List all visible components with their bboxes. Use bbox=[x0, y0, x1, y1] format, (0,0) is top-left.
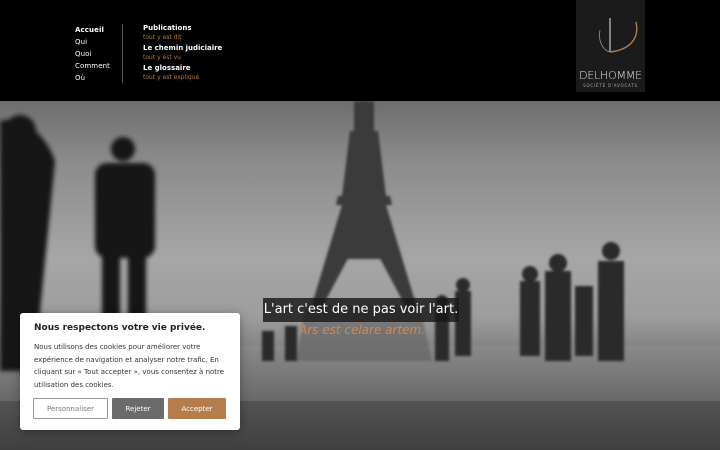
nav-item-chemin-judiciaire[interactable]: Le chemin judiciaire bbox=[143, 44, 222, 53]
nav-item-accueil[interactable]: Accueil bbox=[75, 24, 110, 36]
cookie-consent-dialog: Nous respectons votre vie privée. Nous u… bbox=[20, 313, 240, 430]
nav-subtitle-publications[interactable]: tout y est dit bbox=[143, 33, 222, 43]
nav-subtitle-chemin-judiciaire[interactable]: tout y est vu bbox=[143, 53, 222, 63]
reject-button[interactable]: Rejeter bbox=[112, 398, 164, 419]
nav-item-qui[interactable]: Qui bbox=[75, 36, 110, 48]
logo[interactable]: DELHOMME SOCIÉTÉ D'AVOCATS bbox=[576, 0, 645, 92]
nav-item-quoi[interactable]: Quoi bbox=[75, 48, 110, 60]
hero-latin-quote: Ars est celare artem. bbox=[299, 323, 426, 337]
nav-divider bbox=[122, 24, 123, 83]
site-header: Accueil Qui Quoi Comment Où Publications… bbox=[0, 0, 720, 101]
customize-button[interactable]: Personnaliser bbox=[33, 398, 108, 419]
logo-name: DELHOMME bbox=[579, 69, 642, 82]
main-nav: Accueil Qui Quoi Comment Où bbox=[75, 24, 110, 84]
logo-mark-icon bbox=[599, 18, 638, 53]
logo-subtitle: SOCIÉTÉ D'AVOCATS bbox=[583, 83, 638, 88]
nav-item-publications[interactable]: Publications bbox=[143, 24, 222, 33]
cookie-text: Nous utilisons des cookies pour améliore… bbox=[34, 343, 225, 389]
secondary-nav: Publications tout y est dit Le chemin ju… bbox=[143, 24, 222, 84]
quote-box: L'art c'est de ne pas voir l'art. bbox=[263, 298, 459, 322]
cookie-title: Nous respectons votre vie privée. bbox=[34, 323, 206, 333]
nav-item-glossaire[interactable]: Le glossaire bbox=[143, 64, 222, 73]
hero-quote: L'art c'est de ne pas voir l'art. bbox=[263, 302, 459, 317]
nav-item-ou[interactable]: Où bbox=[75, 72, 110, 84]
accept-button[interactable]: Accepter bbox=[168, 398, 226, 419]
nav-subtitle-glossaire[interactable]: tout y est expliqué bbox=[143, 73, 222, 83]
nav-item-comment[interactable]: Comment bbox=[75, 60, 110, 72]
